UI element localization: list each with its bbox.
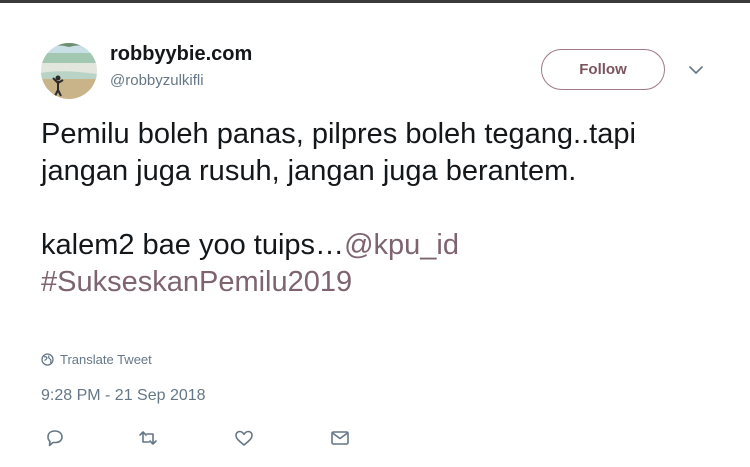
user-handle[interactable]: @robbyzulkifli bbox=[110, 72, 204, 89]
hashtag-link[interactable]: #SukseskanPemilu2019 bbox=[41, 266, 352, 298]
heart-icon[interactable] bbox=[232, 426, 256, 450]
avatar[interactable] bbox=[41, 43, 97, 99]
action-bar bbox=[0, 426, 750, 450]
globe-icon bbox=[41, 353, 54, 366]
reply-icon[interactable] bbox=[43, 426, 67, 450]
envelope-icon[interactable] bbox=[328, 426, 352, 450]
retweet-icon[interactable] bbox=[136, 426, 160, 450]
follow-button[interactable]: Follow bbox=[541, 49, 665, 90]
translate-label: Translate Tweet bbox=[60, 352, 152, 367]
tweet-card: robbyybie.com @robbyzulkifli Follow Pemi… bbox=[0, 0, 750, 467]
chevron-down-icon[interactable] bbox=[686, 61, 706, 79]
display-name[interactable]: robbyybie.com bbox=[110, 43, 252, 66]
tweet-text: Pemilu boleh panas, pilpres boleh tegang… bbox=[41, 116, 701, 301]
tweet-text-line: kalem2 bae yoo tuips…@kpu_id #SukseskanPe… bbox=[41, 227, 701, 301]
avatar-image bbox=[41, 43, 97, 99]
timestamp[interactable]: 9:28 PM - 21 Sep 2018 bbox=[41, 387, 206, 405]
tweet-text-segment: kalem2 bae yoo tuips… bbox=[41, 229, 345, 261]
tweet-text-line: Pemilu boleh panas, pilpres boleh tegang… bbox=[41, 118, 636, 187]
mention-link[interactable]: @kpu_id bbox=[344, 229, 459, 261]
translate-tweet-link[interactable]: Translate Tweet bbox=[41, 352, 152, 367]
